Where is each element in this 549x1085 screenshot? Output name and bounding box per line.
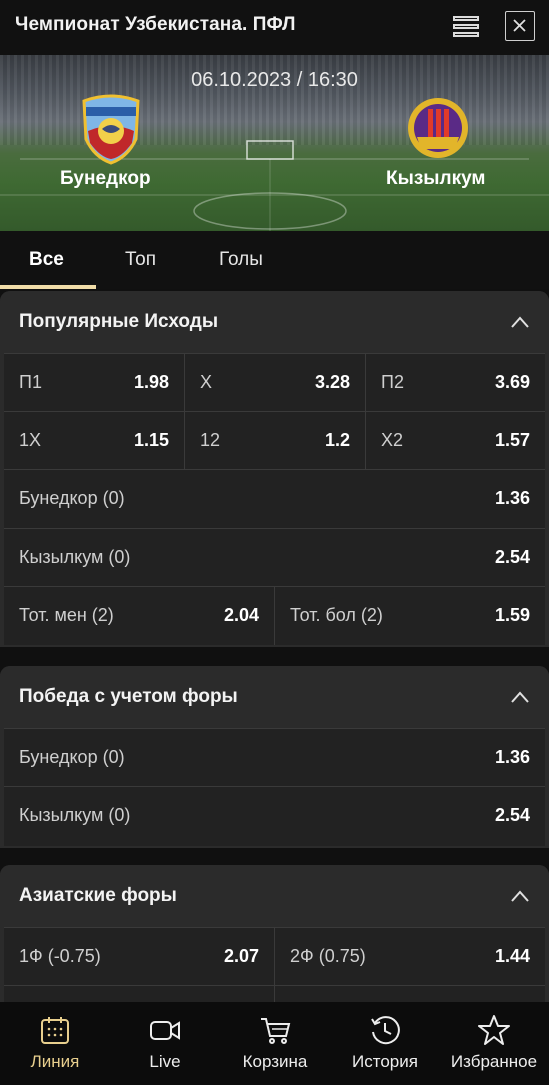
outcome-label: П2 xyxy=(381,372,404,392)
nav-favorites[interactable]: Избранное xyxy=(439,1002,549,1085)
home-team-name: Бунедкор xyxy=(60,168,151,189)
chevron-up-icon[interactable] xyxy=(510,889,530,903)
away-team-name: Кызылкум xyxy=(386,168,486,189)
odd-cell-x2[interactable]: X2 1.57 xyxy=(366,412,545,470)
odd-cell-total-over[interactable]: Тот. бол (2) 1.59 xyxy=(275,587,545,645)
odd-value: 1.36 xyxy=(494,747,530,767)
nav-live[interactable]: Live xyxy=(110,1002,220,1085)
odds-grid: 1Ф (-0.75) 2.07 2Ф (0.75) 1.44 xyxy=(4,927,545,1006)
section-handicap-win: Победа с учетом форы Бунедкор (0) 1.36 К… xyxy=(0,666,549,848)
odd-cell-away-handicap[interactable]: Кызылкум (0) 2.54 xyxy=(4,787,545,845)
nav-cart[interactable]: Корзина xyxy=(220,1002,330,1085)
nav-history[interactable]: История xyxy=(330,1002,440,1085)
odd-value: 1.15 xyxy=(133,430,169,450)
odd-value: 2.04 xyxy=(223,605,259,625)
odds-row: Кызылкум (0) 2.54 xyxy=(4,528,545,586)
odd-cell-asian-home[interactable]: 1Ф (-0.75) 2.07 xyxy=(4,928,274,986)
outcome-label: Бунедкор (0) xyxy=(19,488,125,508)
section-asian-handicaps: Азиатские форы 1Ф (-0.75) 2.07 2Ф (0.75)… xyxy=(0,865,549,1006)
star-icon xyxy=(478,1015,510,1045)
odd-value: 1.44 xyxy=(494,946,530,966)
page-title: Чемпионат Узбекистана. ПФЛ xyxy=(15,14,296,35)
section-header[interactable]: Победа с учетом форы xyxy=(0,666,549,728)
odd-cell-home-handicap[interactable]: Бунедкор (0) 1.36 xyxy=(4,470,545,528)
section-header[interactable]: Азиатские форы xyxy=(0,865,549,927)
section-popular-outcomes: Популярные Исходы П1 1.98 X 3.28 П2 3.69… xyxy=(0,291,549,647)
odd-cell-home-handicap[interactable]: Бунедкор (0) 1.36 xyxy=(4,729,545,787)
odds-row: П1 1.98 X 3.28 П2 3.69 xyxy=(4,353,545,412)
nav-label: Линия xyxy=(30,1052,80,1071)
tab-top[interactable]: Топ xyxy=(125,249,156,271)
odd-value: 2.54 xyxy=(494,547,530,567)
chevron-up-icon[interactable] xyxy=(510,315,530,329)
odd-cell-p2[interactable]: П2 3.69 xyxy=(366,354,545,412)
chevron-up-icon[interactable] xyxy=(510,690,530,704)
odd-cell-p1[interactable]: П1 1.98 xyxy=(4,354,184,412)
nav-label: Избранное xyxy=(450,1052,538,1071)
section-title: Победа с учетом форы xyxy=(19,686,238,707)
odd-value: 2.54 xyxy=(494,805,530,825)
odd-cell-away-handicap[interactable]: Кызылкум (0) 2.54 xyxy=(4,529,545,587)
nav-label: Live xyxy=(149,1052,181,1071)
odds-row: Бунедкор (0) 1.36 xyxy=(4,728,545,786)
odd-value: 1.2 xyxy=(324,430,350,450)
odd-value: 2.07 xyxy=(223,946,259,966)
video-camera-icon xyxy=(150,1021,180,1040)
nav-label: Корзина xyxy=(242,1052,308,1071)
outcome-label: Тот. мен (2) xyxy=(19,605,114,625)
outcome-label: X xyxy=(200,372,213,392)
outcome-label: Бунедкор (0) xyxy=(19,747,125,767)
odd-value: 1.98 xyxy=(133,372,169,392)
cart-icon xyxy=(261,1018,291,1044)
odds-row: Тот. мен (2) 2.04 Тот. бол (2) 1.59 xyxy=(4,586,545,645)
section-title: Азиатские форы xyxy=(19,885,177,906)
away-team-logo xyxy=(408,98,468,158)
home-team-logo xyxy=(82,94,140,165)
outcome-label: П1 xyxy=(19,372,42,392)
odd-value: 1.36 xyxy=(494,488,530,508)
outcome-label: X2 xyxy=(381,430,404,450)
outcome-label: 2Ф (0.75) xyxy=(290,946,366,966)
odds-grid: П1 1.98 X 3.28 П2 3.69 1X 1.15 12 1.2 X2… xyxy=(4,353,545,645)
odd-value: 1.59 xyxy=(494,605,530,625)
odd-value: 3.28 xyxy=(314,372,350,392)
odd-cell-12[interactable]: 12 1.2 xyxy=(185,412,365,470)
odds-grid: Бунедкор (0) 1.36 Кызылкум (0) 2.54 xyxy=(4,728,545,846)
history-clock-icon xyxy=(371,1016,400,1045)
outcome-label: Тот. бол (2) xyxy=(290,605,383,625)
odd-cell-1x[interactable]: 1X 1.15 xyxy=(4,412,184,470)
tab-goals[interactable]: Голы xyxy=(219,249,263,271)
list-view-icon[interactable] xyxy=(451,14,481,40)
odd-cell-asian-away[interactable]: 2Ф (0.75) 1.44 xyxy=(275,928,545,986)
match-banner: 06.10.2023 / 16:30 Бунедкор Кызылкум xyxy=(0,55,549,231)
outcome-label: 1X xyxy=(19,430,42,450)
outcome-label: 12 xyxy=(200,430,221,450)
bottom-navigation: Линия Live Корзина История Избранное xyxy=(0,1002,549,1085)
outcome-label: Кызылкум (0) xyxy=(19,805,131,825)
odd-value: 3.69 xyxy=(494,372,530,392)
match-datetime: 06.10.2023 / 16:30 xyxy=(191,69,358,91)
odds-row: Бунедкор (0) 1.36 xyxy=(4,469,545,527)
odds-row: 1X 1.15 12 1.2 X2 1.57 xyxy=(4,411,545,470)
nav-line[interactable]: Линия xyxy=(0,1002,110,1085)
outcome-label: Кызылкум (0) xyxy=(19,547,131,567)
close-icon xyxy=(513,19,526,32)
close-button[interactable] xyxy=(505,11,535,41)
section-title: Популярные Исходы xyxy=(19,311,219,332)
active-tab-indicator xyxy=(0,285,96,289)
outcome-label: 1Ф (-0.75) xyxy=(19,946,101,966)
odds-row: Кызылкум (0) 2.54 xyxy=(4,786,545,844)
top-bar: Чемпионат Узбекистана. ПФЛ xyxy=(0,0,549,55)
market-tabs: Все Топ Голы xyxy=(0,231,549,289)
tab-all[interactable]: Все xyxy=(29,249,64,271)
calendar-icon xyxy=(41,1017,69,1044)
odd-cell-total-under[interactable]: Тот. мен (2) 2.04 xyxy=(4,587,274,645)
section-header[interactable]: Популярные Исходы xyxy=(0,291,549,353)
odd-value: 1.57 xyxy=(494,430,530,450)
odd-cell-x[interactable]: X 3.28 xyxy=(185,354,365,412)
nav-label: История xyxy=(352,1052,418,1071)
odds-row: 1Ф (-0.75) 2.07 2Ф (0.75) 1.44 xyxy=(4,927,545,1006)
